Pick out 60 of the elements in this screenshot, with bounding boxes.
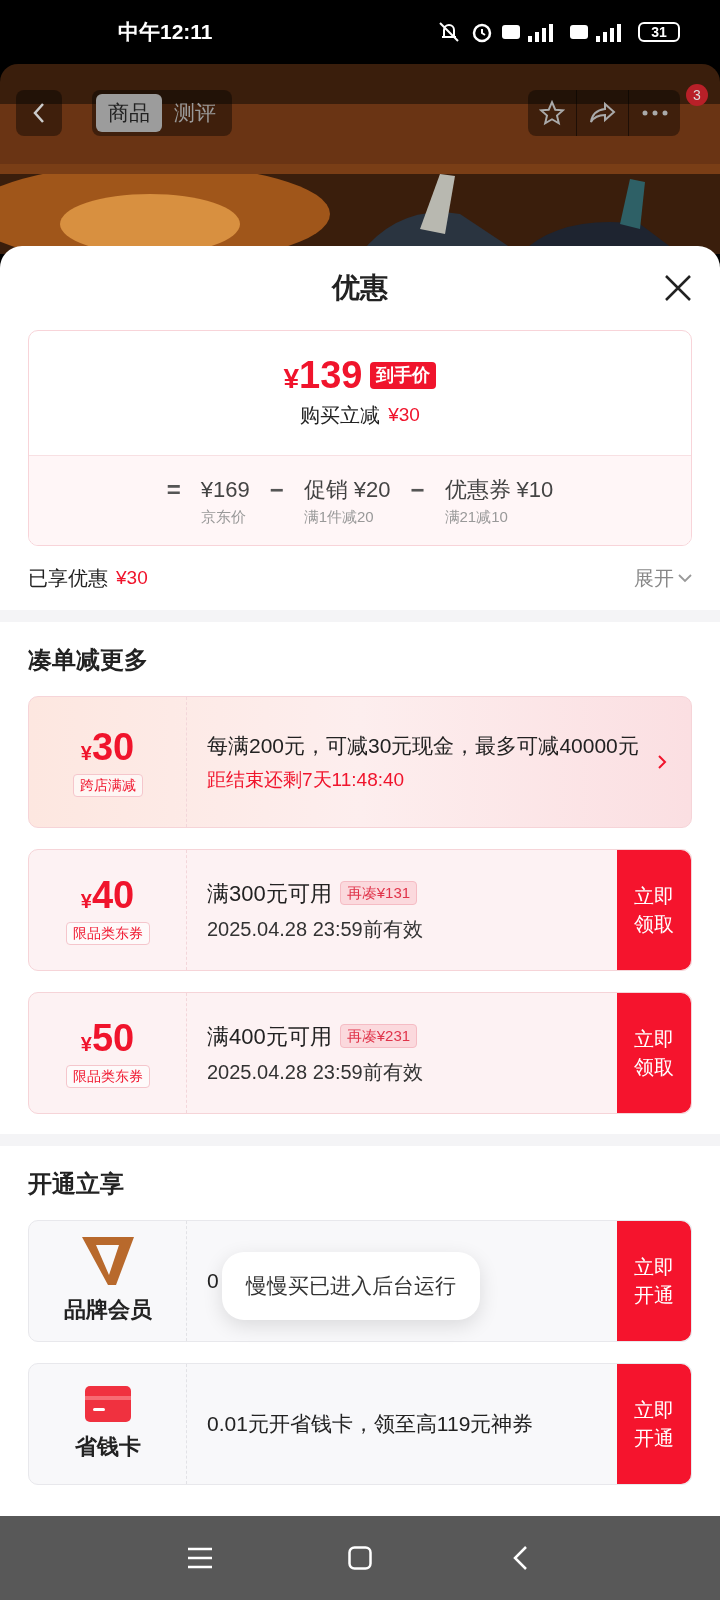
coupon-tag: 限品类东券 (65, 921, 150, 945)
back-icon (32, 102, 46, 124)
section-title: 凑单减更多 (28, 645, 149, 675)
operator: = (166, 475, 181, 505)
more-icon (641, 110, 668, 116)
coupon-amount: ¥40 (80, 875, 135, 914)
coupon-condition: 满300元可用 (207, 879, 332, 908)
instant-discount-amount: ¥30 (388, 402, 420, 427)
card-icon (84, 1385, 131, 1422)
close-icon (664, 274, 692, 302)
coupon-condition: 满400元可用 (207, 1022, 332, 1051)
menu-icon (187, 1547, 213, 1569)
breakdown-note: 满21减10 (444, 506, 509, 527)
final-price: ¥139 (283, 356, 363, 394)
claim-button[interactable]: 立即领取 (617, 993, 691, 1113)
tab[interactable]: 测评 (162, 94, 228, 132)
membership-text: 0 (207, 1268, 219, 1295)
promo-text: 每满200元，可减30元现金，最多可减40000元 (207, 733, 640, 760)
membership-text: 0.01元开省钱卡，领至高119元神券 (207, 1411, 534, 1438)
enjoyed-discount-label: 已享优惠 (28, 566, 108, 591)
coupon-validity: 2025.04.28 23:59前有效 (207, 916, 424, 942)
breakdown-value: 促销 ¥20 (303, 475, 391, 504)
operator: − (410, 475, 425, 505)
breakdown-note: 满1件减20 (303, 506, 375, 527)
claim-button[interactable]: 立即领取 (617, 850, 691, 970)
v-logo-icon (81, 1236, 134, 1285)
breakdown-value: 优惠券 ¥10 (444, 475, 554, 504)
sheet-title: 优惠 (332, 271, 388, 305)
chevron-right-icon (657, 754, 667, 770)
countdown: 距结束还剩7天11:48:40 (207, 768, 406, 793)
coupon-tag: 跨店满减 (72, 773, 143, 797)
coupon-amount: ¥50 (80, 1018, 135, 1057)
coupon-amount: ¥30 (80, 727, 135, 766)
star-icon (539, 100, 565, 126)
battery-indicator: 31 (638, 22, 680, 42)
status-time: 中午12:11 (118, 19, 213, 46)
claim-button[interactable]: 立即开通 (617, 1364, 691, 1484)
breakdown-note: 京东价 (200, 506, 247, 527)
membership-name: 品牌会员 (63, 1295, 152, 1324)
coupon-tag: 限品类东券 (65, 1064, 150, 1088)
claim-button[interactable]: 立即开通 (617, 1221, 691, 1341)
section-title: 开通立享 (28, 1169, 125, 1199)
promo-card[interactable]: ¥30 跨店满减 每满200元，可减30元现金，最多可减40000元 距结束还剩7天11:48:40 (28, 696, 692, 828)
back-icon (512, 1545, 528, 1571)
chevron-down-icon (678, 573, 692, 583)
tab[interactable]: 商品 (96, 94, 162, 132)
share-icon (588, 101, 617, 125)
breakdown-value: ¥169 (200, 475, 250, 504)
operator: − (269, 475, 284, 505)
toast: 慢慢买已进入后台运行 (222, 1252, 480, 1320)
enjoyed-discount-amount: ¥30 (116, 565, 148, 590)
price-tag: 到手价 (370, 361, 437, 389)
coupon-hint: 再凑¥231 (339, 1023, 418, 1049)
home-icon (348, 1546, 372, 1570)
back-button[interactable] (16, 90, 62, 136)
coupon-validity: 2025.04.28 23:59前有效 (207, 1059, 424, 1085)
expand-button[interactable]: 展开 (634, 563, 692, 593)
instant-discount-label: 购买立减 (300, 403, 381, 428)
coupon-hint: 再凑¥131 (339, 880, 418, 906)
membership-name: 省钱卡 (74, 1432, 141, 1461)
